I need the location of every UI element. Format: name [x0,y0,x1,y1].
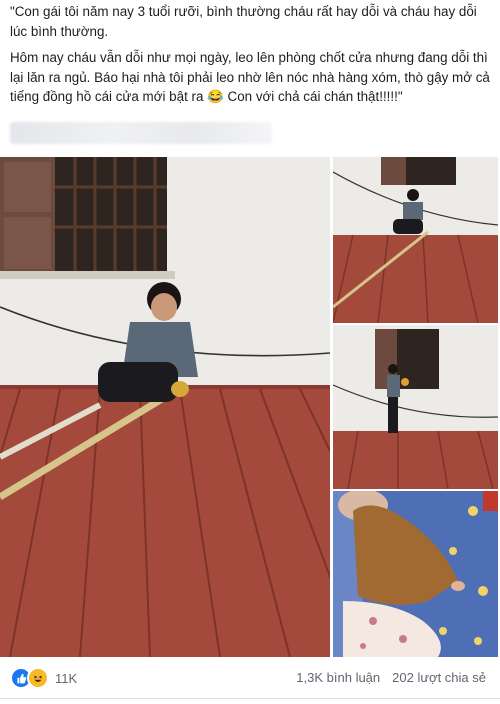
post-paragraph-1: "Con gái tôi năm nay 3 tuổi rưỡi, bình t… [10,4,477,39]
reactions-summary[interactable]: 11K [10,667,77,689]
photo-2-image [333,157,498,323]
post-paragraph-2: Hôm nay cháu vẫn dỗi như mọi ngày, leo l… [10,50,490,104]
comment-count[interactable]: 1,3K bình luận [296,670,380,685]
haha-icon [27,667,49,689]
blurred-link-preview [10,122,272,144]
photo-3[interactable] [333,325,498,489]
photo-main[interactable] [0,157,330,657]
photo-4[interactable] [333,491,498,657]
photo-2[interactable] [333,157,498,323]
post-text: "Con gái tôi năm nay 3 tuổi rưỡi, bình t… [10,2,492,114]
reaction-count: 11K [55,670,78,686]
footer-divider [0,698,500,699]
photo-4-image [333,491,498,657]
photo-3-image [333,325,498,489]
share-count[interactable]: 202 lượt chia sẻ [392,670,486,685]
post-footer: 11K 1,3K bình luận 202 lượt chia sẻ [0,665,500,691]
engagement-stats: 1,3K bình luận 202 lượt chia sẻ [296,670,486,685]
photo-main-image [0,157,330,657]
